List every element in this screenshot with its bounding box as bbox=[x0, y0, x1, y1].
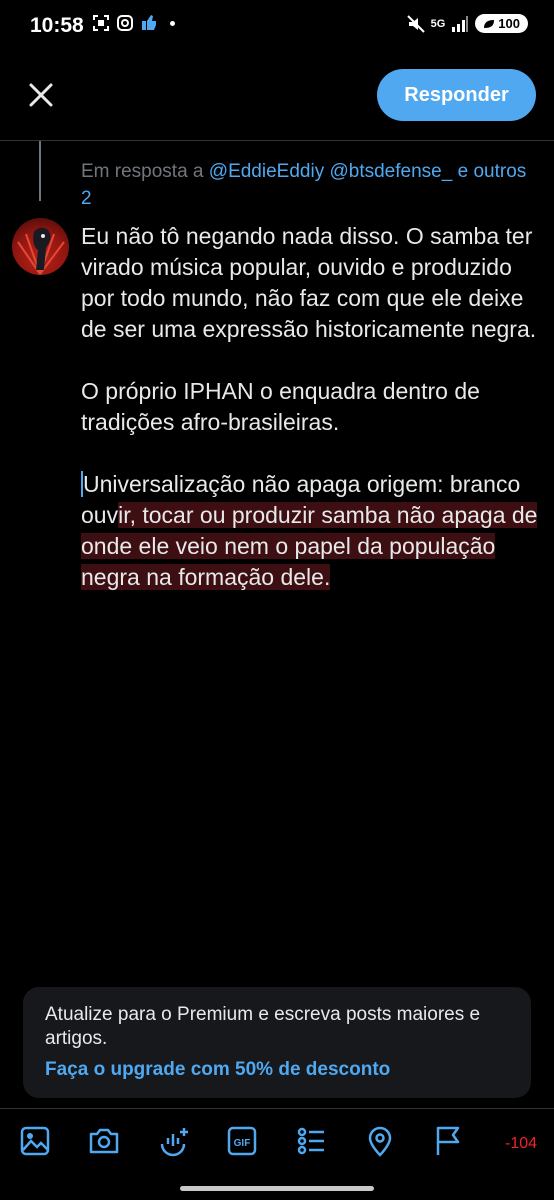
gif-icon[interactable]: GIF bbox=[225, 1124, 261, 1160]
mention-link-1[interactable]: @EddieEddiy bbox=[209, 161, 324, 182]
battery-indicator: 100 bbox=[475, 14, 528, 33]
thread-line bbox=[39, 141, 41, 201]
svg-text:GIF: GIF bbox=[234, 1138, 251, 1149]
compose-paragraph-2: O próprio IPHAN o enquadra dentro de tra… bbox=[81, 378, 480, 435]
reply-context: Em resposta a @EddieEddiy @btsdefense_ e… bbox=[81, 158, 531, 212]
signal-icon bbox=[451, 15, 469, 33]
premium-text: Atualize para o Premium e escreva posts … bbox=[45, 1004, 481, 1049]
mention-link-2[interactable]: @btsdefense_ bbox=[329, 161, 452, 182]
close-icon[interactable] bbox=[26, 80, 56, 110]
mute-icon bbox=[406, 14, 425, 33]
toolbar-divider bbox=[0, 1108, 554, 1109]
location-icon[interactable] bbox=[363, 1124, 399, 1160]
avatar[interactable] bbox=[12, 218, 69, 275]
thumbs-icon bbox=[140, 14, 158, 32]
compose-paragraph-3: Universalização não apaga origem: branco… bbox=[81, 469, 546, 593]
instagram-icon bbox=[116, 14, 134, 32]
status-bar: 10:58 5G 100 bbox=[0, 0, 554, 52]
status-time: 10:58 bbox=[30, 14, 84, 37]
header-divider bbox=[0, 140, 554, 141]
voice-icon[interactable] bbox=[156, 1124, 192, 1160]
compose-text-area[interactable]: Eu não tô negando nada disso. O samba te… bbox=[81, 221, 546, 624]
camera-icon[interactable] bbox=[87, 1124, 123, 1160]
reply-button[interactable]: Responder bbox=[377, 69, 536, 121]
poll-icon[interactable] bbox=[294, 1124, 330, 1160]
leaf-icon bbox=[484, 19, 495, 28]
battery-level: 100 bbox=[498, 16, 520, 31]
premium-upgrade-link[interactable]: Faça o upgrade com 50% de desconto bbox=[45, 1057, 509, 1083]
home-indicator[interactable] bbox=[180, 1186, 374, 1191]
mention-connector[interactable]: e bbox=[458, 161, 469, 182]
premium-upsell-card: Atualize para o Premium e escreva posts … bbox=[23, 987, 531, 1098]
character-counter: -104 bbox=[505, 1135, 538, 1152]
compose-paragraph-1: Eu não tô negando nada disso. O samba te… bbox=[81, 223, 537, 342]
notification-dot-icon bbox=[170, 20, 175, 26]
compose-toolbar: GIF bbox=[0, 1124, 554, 1166]
network-type: 5G bbox=[430, 17, 446, 30]
compose-text-over-limit: ir, tocar ou produzir samba não apaga de… bbox=[81, 502, 538, 590]
reply-prefix: Em resposta a bbox=[81, 161, 204, 182]
flag-icon[interactable] bbox=[432, 1124, 468, 1160]
screenshot-icon bbox=[92, 14, 110, 32]
image-icon[interactable] bbox=[18, 1124, 54, 1160]
